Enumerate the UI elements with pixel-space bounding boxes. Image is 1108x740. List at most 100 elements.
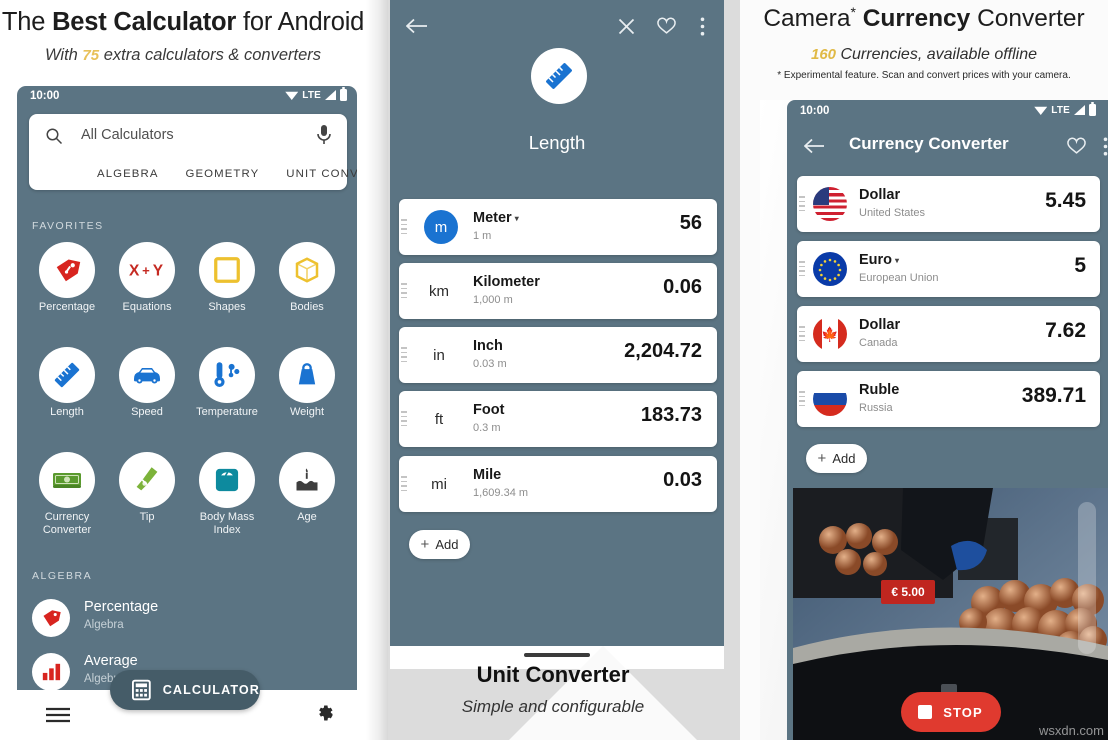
favorite-item[interactable]: Length (27, 347, 107, 452)
us-flag-icon (813, 187, 847, 221)
drag-handle-icon[interactable] (799, 326, 805, 342)
signal-icon (325, 90, 336, 100)
favorite-label: Currency Converter (42, 511, 92, 536)
favorite-item[interactable]: Tip (107, 452, 187, 557)
search-row[interactable]: All Calculators (29, 114, 347, 159)
hamburger-menu-icon[interactable] (45, 707, 71, 723)
promo-screenshot: The Best Calculator for Android With 75 … (0, 0, 1108, 740)
microphone-icon[interactable] (317, 125, 331, 147)
subline-prefix: With (44, 46, 83, 64)
unit-row[interactable]: in Inch 0.03 m 2,204.72 (399, 327, 717, 383)
currency-row[interactable]: 🍁 Dollar Canada 7.62 (797, 306, 1100, 362)
unit-value[interactable]: 183.73 (641, 404, 702, 427)
drag-handle-icon[interactable] (401, 283, 407, 299)
currency-name: Dollar (859, 187, 901, 203)
currency-value[interactable]: 389.71 (1022, 384, 1086, 408)
currency-value[interactable]: 5 (1074, 254, 1086, 278)
favorite-item[interactable]: Body Mass Index (187, 452, 267, 557)
camera-scrollbar[interactable] (1078, 502, 1096, 654)
unit-value[interactable]: 2,204.72 (624, 340, 702, 363)
list-item[interactable]: Percentage Algebra (32, 594, 342, 648)
add-unit-button[interactable]: + Add (409, 530, 470, 559)
drag-handle-icon[interactable] (799, 196, 805, 212)
heart-icon[interactable] (657, 17, 676, 35)
length-avatar (531, 48, 587, 104)
icon-badge (39, 452, 95, 508)
headline-prefix: The (1, 8, 53, 36)
camera-preview[interactable]: € 5.00 STOP wsxdn.com (793, 488, 1108, 740)
tab-algebra[interactable]: ALGEBRA (97, 168, 159, 180)
panel-currency-converter: Camera* Currency Converter 160 Currencie… (740, 0, 1108, 740)
unit-value[interactable]: 56 (680, 212, 702, 235)
wifi-icon (1034, 106, 1048, 115)
currency-row[interactable]: Euro ▾ European Union 5 (797, 241, 1100, 297)
plus-icon: + (420, 536, 430, 553)
currency-value[interactable]: 5.45 (1045, 189, 1086, 213)
currency-row[interactable]: Dollar United States 5.45 (797, 176, 1100, 232)
chevron-down-icon[interactable]: ▾ (895, 256, 899, 265)
app-bar: Currency Converter (787, 126, 1108, 168)
favorite-item[interactable]: Shapes (187, 242, 267, 347)
page-title: Length (528, 132, 586, 153)
favorite-item[interactable]: Percentage (27, 242, 107, 347)
drag-handle-icon[interactable] (401, 411, 407, 427)
back-arrow-icon[interactable] (804, 138, 825, 154)
tab-unit-converter[interactable]: UNIT CONVERT (286, 168, 357, 180)
unit-symbol: mi (431, 475, 447, 493)
unit-factor: 1,609.34 m (473, 487, 529, 499)
list-item-title: Percentage (84, 599, 159, 615)
unit-name: Foot (473, 402, 505, 418)
home-indicator[interactable] (524, 653, 590, 657)
calculator-fab[interactable]: CALCULATOR (110, 670, 260, 710)
svg-text:X: X (129, 263, 140, 280)
svg-text:Y: Y (153, 263, 164, 280)
panel3-footnote: * Experimental feature. Scan and convert… (777, 70, 1071, 81)
stop-square-icon (918, 705, 933, 719)
drag-handle-icon[interactable] (401, 219, 407, 235)
icon-badge (32, 653, 70, 691)
unit-value[interactable]: 0.03 (663, 469, 702, 492)
back-arrow-icon[interactable] (406, 18, 428, 34)
favorite-item[interactable]: Temperature (187, 347, 267, 452)
add-currency-label: Add (832, 451, 856, 466)
search-input[interactable]: All Calculators (81, 127, 174, 143)
subline-count: 160 (810, 46, 837, 63)
ruler-icon (54, 362, 80, 388)
unit-row[interactable]: km Kilometer 1,000 m 0.06 (399, 263, 717, 319)
favorite-item[interactable]: Currency Converter (27, 452, 107, 557)
add-currency-button[interactable]: + Add (806, 444, 867, 473)
favorite-label: Shapes (208, 301, 246, 313)
heart-icon[interactable] (1067, 137, 1086, 155)
close-icon[interactable] (618, 18, 635, 35)
drag-handle-icon[interactable] (799, 391, 805, 407)
currency-value[interactable]: 7.62 (1045, 319, 1086, 343)
favorite-item[interactable]: X + Y Equations (107, 242, 187, 347)
more-vert-icon[interactable] (1103, 137, 1108, 156)
currency-row[interactable]: Ruble Russia 389.71 (797, 371, 1100, 427)
unit-value[interactable]: 0.06 (663, 276, 702, 299)
favorite-item[interactable]: Bodies (267, 242, 347, 347)
unit-row[interactable]: m Meter ▾ 1 m 56 (399, 199, 717, 255)
drag-handle-icon[interactable] (799, 261, 805, 277)
drag-handle-icon[interactable] (401, 347, 407, 363)
banknote-icon (53, 473, 81, 488)
more-vert-icon[interactable] (700, 17, 705, 36)
unit-name: Meter (473, 210, 512, 226)
tab-geometry[interactable]: GEOMETRY (186, 168, 260, 180)
unit-row[interactable]: ft Foot 0.3 m 183.73 (399, 391, 717, 447)
favorite-item[interactable]: Speed (107, 347, 187, 452)
chevron-down-icon[interactable]: ▾ (515, 214, 519, 223)
search-card: All Calculators ALGEBRA GEOMETRY UNIT CO… (29, 114, 357, 190)
app-top-bar (390, 0, 724, 36)
favorite-item[interactable]: Age (267, 452, 347, 557)
favorite-item[interactable]: Weight (267, 347, 347, 452)
icon-badge (199, 242, 255, 298)
stop-button[interactable]: STOP (900, 692, 1001, 732)
drag-handle-icon[interactable] (401, 476, 407, 492)
ca-flag-icon: 🍁 (813, 317, 847, 351)
unit-row[interactable]: mi Mile 1,609.34 m 0.03 (399, 456, 717, 512)
gear-icon[interactable] (315, 703, 335, 723)
currency-name: Dollar (859, 317, 901, 333)
square-outline-icon (214, 257, 240, 283)
calculator-fab-label: CALCULATOR (162, 683, 260, 697)
